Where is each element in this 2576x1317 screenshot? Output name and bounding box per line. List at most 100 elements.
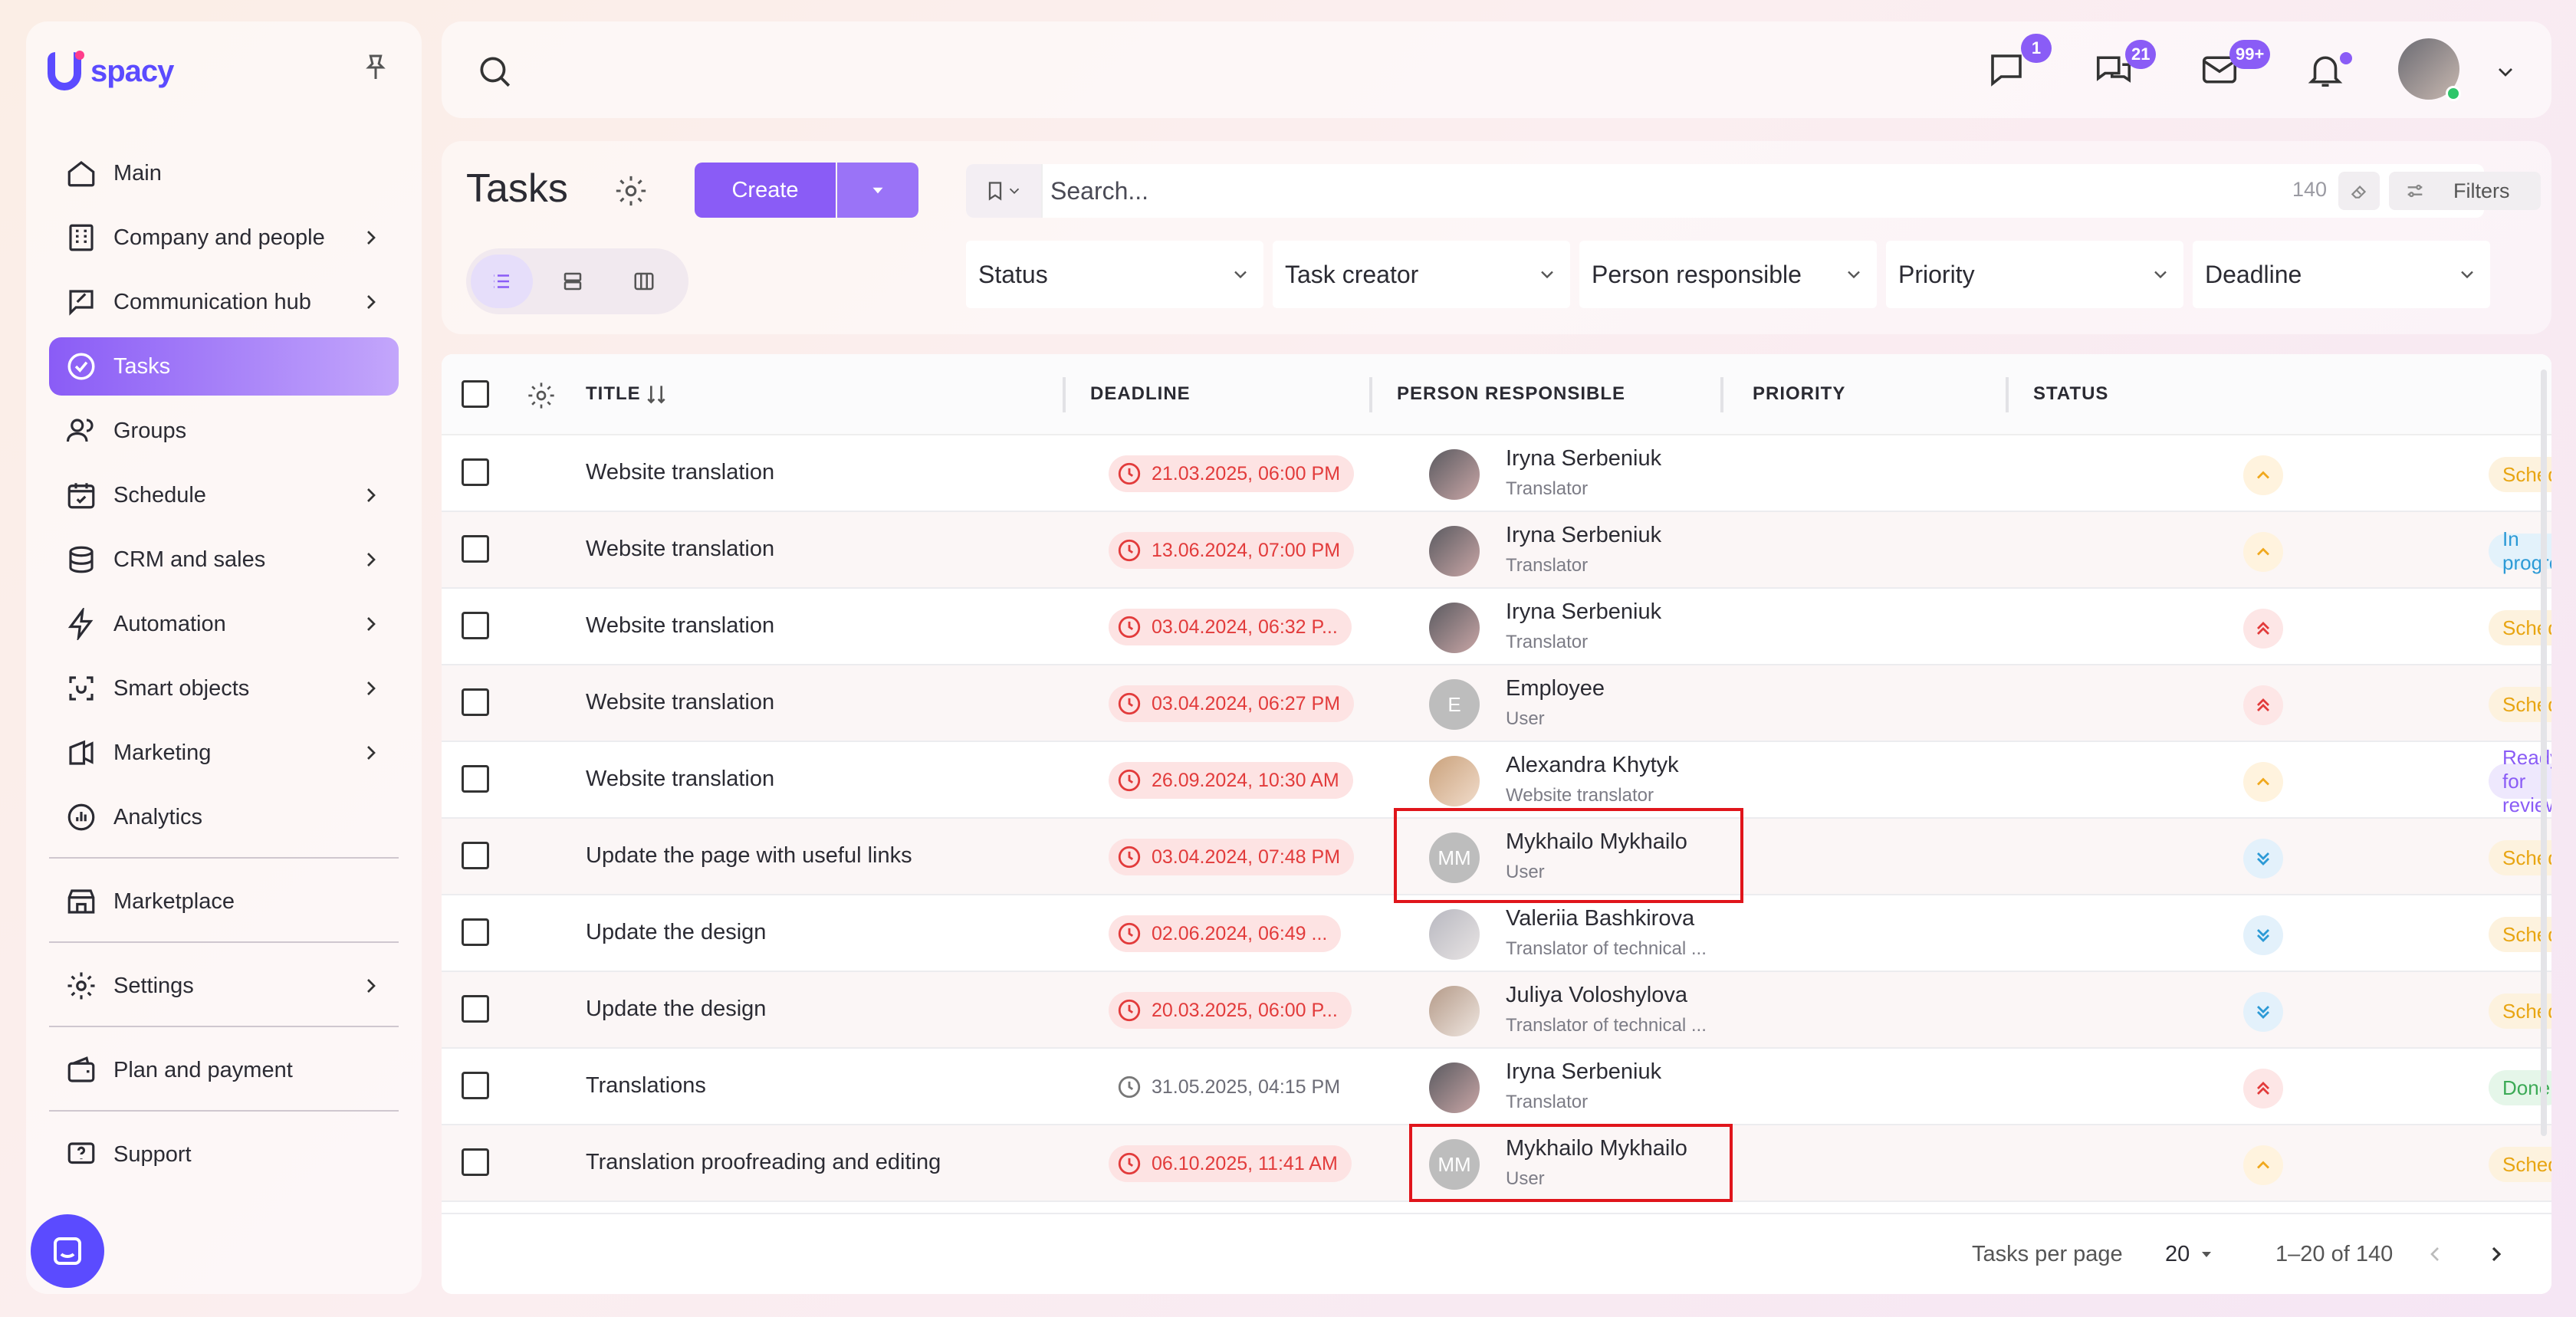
person-name[interactable]: Valeriia Bashkirova xyxy=(1506,906,1694,931)
column-resizer[interactable] xyxy=(1720,377,1723,412)
deadline-chip[interactable]: 02.06.2024, 06:49 ... xyxy=(1109,915,1342,952)
person-name[interactable]: Alexandra Khytyk xyxy=(1506,753,1679,778)
sort-desc-icon[interactable] xyxy=(644,382,669,406)
select-all-checkbox[interactable] xyxy=(462,380,489,408)
deadline-chip[interactable]: 06.10.2025, 11:41 AM xyxy=(1109,1145,1352,1182)
priority-indicator[interactable] xyxy=(2243,1069,2283,1108)
clear-search-button[interactable] xyxy=(2338,172,2380,210)
priority-indicator[interactable] xyxy=(2243,992,2283,1032)
deadline-chip[interactable]: 03.04.2024, 07:48 PM xyxy=(1109,839,1355,875)
deadline-chip[interactable]: 21.03.2025, 06:00 PM xyxy=(1109,455,1355,492)
search-icon[interactable] xyxy=(475,52,514,90)
deadline-chip[interactable]: 13.06.2024, 07:00 PM xyxy=(1109,532,1355,569)
sidebar-item-communication[interactable]: Communication hub xyxy=(49,273,399,331)
column-person[interactable]: PERSON RESPONSIBLE xyxy=(1397,383,1625,405)
row-checkbox[interactable] xyxy=(462,765,489,793)
priority-indicator[interactable] xyxy=(2243,455,2283,495)
deadline-chip[interactable]: 20.03.2025, 06:00 P... xyxy=(1109,992,1352,1029)
table-row[interactable]: Website translation 03.04.2024, 06:27 PM… xyxy=(442,665,2551,742)
next-page-button[interactable] xyxy=(2479,1237,2513,1271)
column-deadline[interactable]: DEADLINE xyxy=(1090,383,1191,405)
caret-down-icon[interactable] xyxy=(2197,1245,2216,1263)
task-title[interactable]: Update the design xyxy=(586,997,766,1022)
table-row[interactable]: Update the design 20.03.2025, 06:00 P...… xyxy=(442,972,2551,1049)
table-row[interactable]: Website translation 26.09.2024, 10:30 AM… xyxy=(442,742,2551,819)
row-checkbox[interactable] xyxy=(462,1072,489,1099)
task-title[interactable]: Update the page with useful links xyxy=(586,843,912,869)
task-title[interactable]: Update the design xyxy=(586,920,766,945)
sidebar-item-support[interactable]: Support xyxy=(49,1125,399,1184)
list-view-button[interactable] xyxy=(471,255,533,308)
priority-indicator[interactable] xyxy=(2243,685,2283,725)
per-page-select[interactable]: 20 xyxy=(2165,1242,2190,1267)
kanban-view-button[interactable] xyxy=(613,255,675,308)
search-input[interactable] xyxy=(1050,172,2246,210)
column-resizer[interactable] xyxy=(1369,377,1372,412)
person-name[interactable]: Iryna Serbeniuk xyxy=(1506,599,1661,625)
task-title[interactable]: Website translation xyxy=(586,613,774,639)
priority-indicator[interactable] xyxy=(2243,839,2283,879)
deadline-chip[interactable]: 31.05.2025, 04:15 PM xyxy=(1109,1069,1354,1105)
row-checkbox[interactable] xyxy=(462,1148,489,1176)
row-checkbox[interactable] xyxy=(462,612,489,639)
filter-task-creator[interactable]: Task creator xyxy=(1273,241,1570,308)
row-checkbox[interactable] xyxy=(462,995,489,1023)
sidebar-item-analytics[interactable]: Analytics xyxy=(49,788,399,846)
sidebar-item-tasks[interactable]: Tasks xyxy=(49,337,399,396)
sidebar-item-automation[interactable]: Automation xyxy=(49,595,399,653)
saved-filters-button[interactable] xyxy=(966,164,1043,218)
sidebar-item-plan[interactable]: Plan and payment xyxy=(49,1041,399,1099)
person-name[interactable]: Iryna Serbeniuk xyxy=(1506,446,1661,471)
person-name[interactable]: Iryna Serbeniuk xyxy=(1506,523,1661,548)
gear-icon[interactable] xyxy=(613,173,649,209)
priority-indicator[interactable] xyxy=(2243,609,2283,649)
sidebar-item-marketing[interactable]: Marketing xyxy=(49,724,399,782)
gear-icon[interactable] xyxy=(526,380,557,411)
column-title[interactable]: TITLE xyxy=(586,383,641,405)
sidebar-item-main[interactable]: Main xyxy=(49,144,399,202)
table-row[interactable]: Translations 31.05.2025, 04:15 PM Iryna … xyxy=(442,1049,2551,1125)
priority-indicator[interactable] xyxy=(2243,532,2283,572)
column-resizer[interactable] xyxy=(2006,377,2009,412)
row-checkbox[interactable] xyxy=(462,535,489,563)
uspacy-logo[interactable]: spacy xyxy=(48,51,174,90)
task-title[interactable]: Translation proofreading and editing xyxy=(586,1150,941,1175)
scrollbar[interactable] xyxy=(2541,369,2547,1136)
chevron-down-icon[interactable] xyxy=(2493,60,2518,84)
column-resizer[interactable] xyxy=(1063,377,1066,412)
row-checkbox[interactable] xyxy=(462,842,489,869)
prev-page-button[interactable] xyxy=(2418,1237,2452,1271)
person-name[interactable]: Employee xyxy=(1506,676,1605,701)
sidebar-item-settings[interactable]: Settings xyxy=(49,957,399,1015)
person-name[interactable]: Iryna Serbeniuk xyxy=(1506,1059,1661,1085)
deadline-chip[interactable]: 26.09.2024, 10:30 AM xyxy=(1109,762,1353,799)
table-row[interactable]: Website translation 03.04.2024, 06:32 P.… xyxy=(442,589,2551,665)
task-title[interactable]: Website translation xyxy=(586,460,774,485)
row-checkbox[interactable] xyxy=(462,458,489,486)
column-status[interactable]: STATUS xyxy=(2033,383,2108,405)
sidebar-item-smart-objects[interactable]: Smart objects xyxy=(49,659,399,718)
filter-priority[interactable]: Priority xyxy=(1886,241,2183,308)
message-icon[interactable] xyxy=(1986,49,2027,90)
filters-button[interactable]: Filters xyxy=(2389,172,2541,210)
filter-status[interactable]: Status xyxy=(966,241,1263,308)
sidebar-item-groups[interactable]: Groups xyxy=(49,402,399,460)
task-title[interactable]: Website translation xyxy=(586,690,774,715)
task-title[interactable]: Website translation xyxy=(586,537,774,562)
filter-person-responsible[interactable]: Person responsible xyxy=(1579,241,1877,308)
sidebar-item-schedule[interactable]: Schedule xyxy=(49,466,399,524)
priority-indicator[interactable] xyxy=(2243,915,2283,955)
sidebar-item-company[interactable]: Company and people xyxy=(49,209,399,267)
status-badge[interactable]: Scheduled xyxy=(2489,1147,2551,1182)
create-button[interactable]: Create xyxy=(695,163,836,218)
table-row[interactable]: Website translation 13.06.2024, 07:00 PM… xyxy=(442,512,2551,589)
row-checkbox[interactable] xyxy=(462,918,489,946)
table-row[interactable]: Website translation 21.03.2025, 06:00 PM… xyxy=(442,435,2551,512)
deadline-chip[interactable]: 03.04.2024, 06:32 P... xyxy=(1109,609,1352,645)
column-priority[interactable]: PRIORITY xyxy=(1753,383,1845,405)
create-dropdown-button[interactable] xyxy=(837,163,918,218)
chat-widget-button[interactable] xyxy=(31,1214,104,1288)
priority-indicator[interactable] xyxy=(2243,1145,2283,1185)
deadline-chip[interactable]: 03.04.2024, 06:27 PM xyxy=(1109,685,1355,722)
card-view-button[interactable] xyxy=(542,255,604,308)
